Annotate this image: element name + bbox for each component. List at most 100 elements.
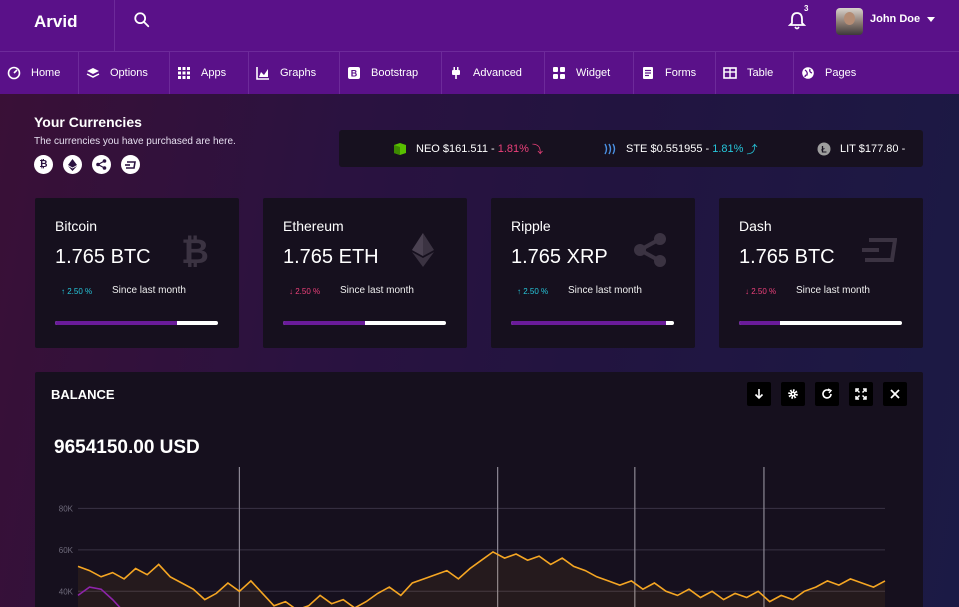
currency-card-bitcoin: Bitcoin 1.765 BTC ₿ ↑ 2.50 % Since last … [35,198,239,348]
notification-badge: 3 [804,4,809,13]
dashboard-icon [7,66,21,80]
card-progress-fill [283,321,365,325]
menu-item-forms[interactable]: Forms [634,52,716,94]
y-tick-label: 80K [59,504,74,513]
currencies-title: Your Currencies [34,114,142,130]
card-name: Bitcoin [55,218,98,234]
steem-icon [604,143,616,154]
menu-item-apps[interactable]: Apps [170,52,249,94]
card-change: ↓ 2.50 % [289,287,320,296]
card-progress [739,321,902,325]
download-button[interactable] [747,382,771,406]
menu-item-label: Forms [665,67,697,79]
dash-icon[interactable] [121,155,140,174]
menu-item-label: Widget [576,67,611,79]
refresh-button[interactable] [815,382,839,406]
bell-icon[interactable] [787,10,807,32]
widget-icon [553,67,565,79]
grid-icon [178,67,190,79]
currency-card-ethereum: Ethereum 1.765 ETH ↓ 2.50 % Since last m… [263,198,467,348]
ethereum-icon[interactable] [63,155,82,174]
ticker-item-ste[interactable]: STE $0.551955 - 1.81% ⤴ [603,130,758,167]
chart-icon [256,67,269,80]
avatar[interactable] [836,8,863,35]
menu-item-label: Pages [825,67,857,79]
menu-item-label: Graphs [280,67,317,79]
table-icon [723,67,737,79]
menu-item-table[interactable]: Table [716,52,794,94]
ticker-label: LIT $177.80 - [840,142,906,155]
card-progress-fill [511,321,666,325]
bootstrap-icon: B [348,67,360,79]
currency-card-ripple: Ripple 1.765 XRP ↑ 2.50 % Since last mon… [491,198,695,348]
top-bar: Arvid 3 John Doe [0,0,959,52]
card-name: Ethereum [283,218,344,234]
ticker-change: 1.81% [497,142,529,155]
dash-logo-icon [862,238,897,262]
card-amount: 1.765 BTC [739,246,835,268]
card-name: Dash [739,218,772,234]
ticker-label: NEO $161.511 - [416,142,495,155]
ticker-label: STE $0.551955 - [626,142,710,155]
close-button[interactable] [883,382,907,406]
menu-item-graphs[interactable]: Graphs [249,52,340,94]
settings-button[interactable] [781,382,805,406]
card-progress-fill [739,321,780,325]
bitcoin-logo-icon: ₿ [181,233,209,268]
form-icon [643,67,653,79]
price-ticker: NEO $161.511 - 1.81% ⤵ STE $0.551955 - 1… [339,130,923,167]
layers-icon [86,68,100,78]
menu-item-widget[interactable]: Widget [545,52,634,94]
card-change-value: 2.50 % [295,287,321,296]
menu-item-label: Home [31,67,61,79]
main-menu: Home Options Apps Graphs B Bootstrap Adv… [0,52,959,94]
menu-item-label: Advanced [473,67,522,79]
card-since: Since last month [340,285,414,296]
litecoin-icon: Ł [817,142,831,155]
card-change: ↑ 2.50 % [61,287,92,296]
currency-icon-list: ₿ [34,155,140,174]
svg-text:Ł: Ł [821,144,827,154]
card-amount: 1.765 BTC [55,246,151,268]
search-icon[interactable] [133,11,151,29]
ticker-item-lit[interactable]: Ł LIT $177.80 - [817,130,905,167]
ripple-icon[interactable] [92,155,111,174]
download-icon [754,389,764,400]
arrow-up-icon: ⤴ [746,143,758,156]
card-change-value: 2.50 % [67,287,93,296]
svg-text:₿: ₿ [181,233,209,268]
arrow-down-icon: ↓ [745,287,749,296]
card-since: Since last month [112,285,186,296]
card-progress [511,321,674,325]
bitcoin-icon[interactable]: ₿ [34,155,53,174]
card-change: ↑ 2.50 % [517,287,548,296]
menu-item-advanced[interactable]: Advanced [442,52,545,94]
close-icon [890,389,900,399]
gear-icon [788,389,798,399]
ethereum-logo-icon [412,233,434,267]
card-change-value: 2.50 % [523,287,549,296]
brand-logo[interactable]: Arvid [0,0,115,52]
globe-icon [802,67,814,79]
ticker-item-neo[interactable]: NEO $161.511 - 1.81% ⤵ [393,130,543,167]
ticker-change: 1.81% [712,142,744,155]
user-name[interactable]: John Doe [870,13,920,25]
card-since: Since last month [796,285,870,296]
card-name: Ripple [511,218,551,234]
y-tick-label: 60K [59,546,74,555]
refresh-icon [822,388,833,399]
plug-icon [452,67,460,79]
chevron-down-icon[interactable] [927,17,935,22]
menu-item-options[interactable]: Options [79,52,170,94]
balance-title: BALANCE [51,387,115,402]
balance-amount: 9654150.00 USD [54,437,200,458]
menu-item-pages[interactable]: Pages [794,52,884,94]
fullscreen-button[interactable] [849,382,873,406]
menu-item-home[interactable]: Home [0,52,79,94]
menu-item-label: Table [747,67,774,79]
card-progress [283,321,446,325]
ripple-logo-icon [634,233,666,267]
currency-card-dash: Dash 1.765 BTC ↓ 2.50 % Since last month [719,198,923,348]
balance-chart[interactable]: 80K 60K 40K [35,467,923,607]
menu-item-bootstrap[interactable]: B Bootstrap [340,52,442,94]
